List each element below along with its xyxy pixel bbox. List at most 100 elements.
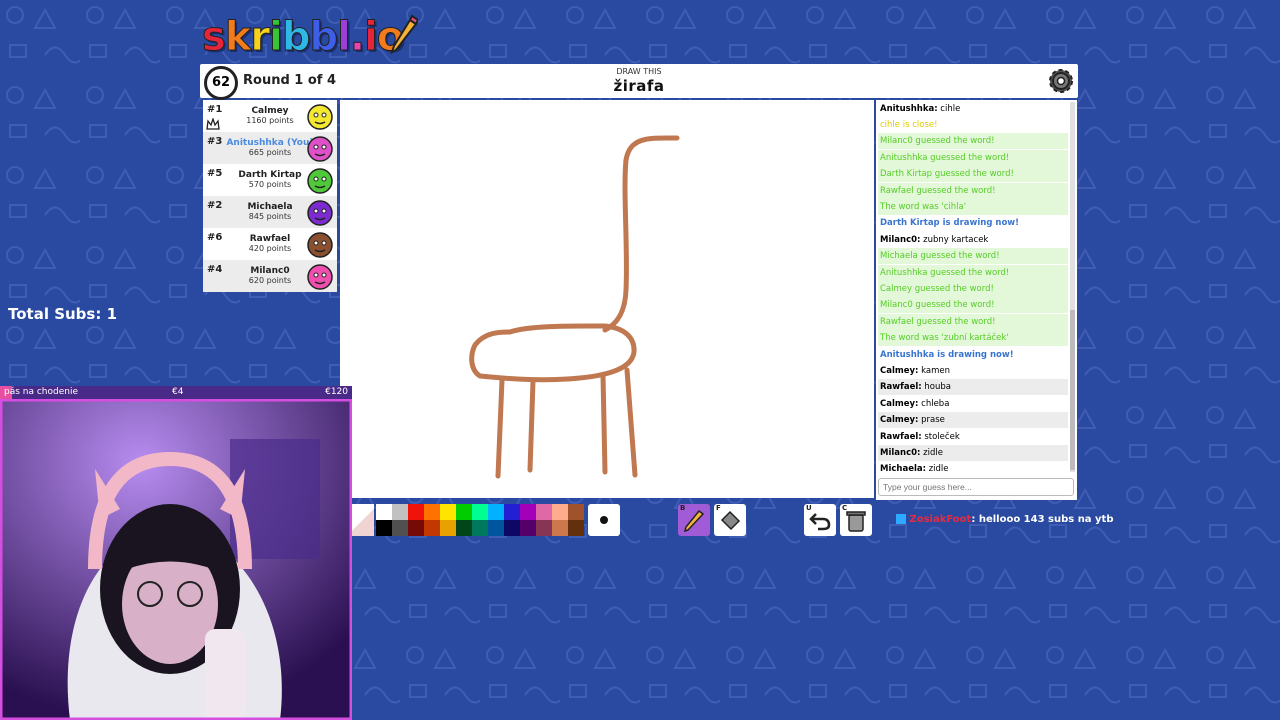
chat-text: Anitushhka guessed the word!	[880, 152, 1010, 163]
chat-text: Darth Kirtap is drawing now!	[880, 218, 1020, 229]
color-swatch[interactable]	[440, 520, 456, 536]
stream-chat-user: ZosiakFoot	[909, 514, 972, 525]
clear-canvas-button[interactable]: C	[840, 504, 872, 536]
pencil-icon	[390, 14, 418, 54]
player-name: Anitushhka (You)	[226, 138, 314, 148]
chat-username: Milanc0:	[880, 447, 921, 458]
color-swatch[interactable]	[552, 520, 568, 536]
chat-username: Calmey:	[880, 365, 919, 376]
chat-message: Calmey guessed the word!	[878, 280, 1068, 297]
brush-tool-button[interactable]: B	[678, 504, 710, 536]
color-swatch[interactable]	[424, 504, 440, 520]
chat-message: Rawfael guessed the word!	[878, 182, 1068, 199]
chat-text: houba	[921, 382, 951, 393]
color-swatch[interactable]	[392, 504, 408, 520]
logo-letter: i	[364, 14, 379, 61]
chat-text: Milanc0 guessed the word!	[880, 300, 995, 311]
chat-text: prase	[918, 415, 945, 426]
color-swatch[interactable]	[392, 520, 408, 536]
color-swatch[interactable]	[520, 504, 536, 520]
color-swatch[interactable]	[408, 504, 424, 520]
logo-letter: b	[281, 14, 311, 61]
chat-text: Michaela guessed the word!	[880, 251, 1000, 262]
color-swatch[interactable]	[408, 520, 424, 536]
player-row[interactable]: #2 Michaela 845 points	[203, 196, 337, 228]
chat-text: Milanc0 guessed the word!	[880, 136, 995, 147]
brush-size-button[interactable]	[588, 504, 620, 536]
chat-username: Calmey:	[880, 415, 919, 426]
player-rank: #3	[207, 136, 223, 147]
color-swatch[interactable]	[456, 504, 472, 520]
color-swatch[interactable]	[552, 504, 568, 520]
color-swatch[interactable]	[472, 504, 488, 520]
goal-target: €120	[325, 387, 348, 397]
chat-message: Rawfael guessed the word!	[878, 313, 1068, 330]
chat-message: Darth Kirtap guessed the word!	[878, 166, 1068, 183]
stream-chat-text: : hellooo 143 subs na ytb	[971, 514, 1114, 525]
guess-input[interactable]	[878, 478, 1074, 496]
undo-icon	[809, 513, 831, 531]
undo-button[interactable]: U	[804, 504, 836, 536]
trash-icon	[846, 511, 866, 532]
chat-message: Rawfael: houba	[878, 379, 1068, 396]
color-swatch[interactable]	[456, 520, 472, 536]
player-row[interactable]: #1 Calmey 1160 points	[203, 100, 337, 132]
player-rank: #6	[207, 232, 223, 243]
color-swatch[interactable]	[488, 504, 504, 520]
color-swatch[interactable]	[472, 520, 488, 536]
chat-text: cihle	[937, 103, 961, 114]
color-swatch[interactable]	[376, 504, 392, 520]
chat-message: Anitushhka: cihle	[878, 101, 1068, 117]
color-swatch[interactable]	[440, 504, 456, 520]
chat-text: zidle	[920, 447, 943, 458]
chat-username: Rawfael:	[880, 431, 922, 442]
chat-text: Calmey guessed the word!	[880, 283, 994, 294]
draw-this-label: DRAW THIS	[616, 67, 662, 76]
player-row[interactable]: #5 Darth Kirtap 570 points	[203, 164, 337, 196]
streamer-webcam-image	[0, 399, 352, 720]
total-subs: Total Subs: 1	[8, 305, 118, 323]
logo-letter: l	[337, 14, 352, 61]
chat-scrollbar-thumb[interactable]	[1070, 310, 1075, 470]
player-name: Darth Kirtap	[238, 170, 302, 180]
player-avatar	[307, 232, 333, 258]
chat-username: Rawfael:	[880, 382, 922, 393]
chat-text: zubny kartacek	[920, 234, 989, 245]
color-swatch[interactable]	[536, 504, 552, 520]
player-row[interactable]: #3 Anitushhka (You) 665 points	[203, 132, 337, 164]
color-swatch[interactable]	[536, 520, 552, 536]
skribbl-logo: skribbl.io	[202, 14, 405, 61]
goal-current: €4	[172, 387, 184, 397]
color-swatch[interactable]	[504, 520, 520, 536]
current-color-swatch	[352, 504, 374, 536]
color-swatch[interactable]	[488, 520, 504, 536]
fill-tool-button[interactable]: F	[714, 504, 746, 536]
player-avatar	[307, 136, 333, 162]
color-swatch[interactable]	[568, 504, 584, 520]
player-row[interactable]: #6 Rawfael 420 points	[203, 228, 337, 260]
player-row[interactable]: #4 Milanc0 620 points	[203, 260, 337, 292]
chat-message: Milanc0: zidle	[878, 444, 1068, 461]
player-name: Calmey	[251, 106, 289, 116]
goal-label: pás na chodenie	[4, 387, 79, 397]
gear-icon[interactable]	[1046, 66, 1076, 96]
logo-letter: i	[269, 14, 284, 61]
color-swatch[interactable]	[504, 504, 520, 520]
player-rank: #1	[207, 104, 223, 115]
chat-message: Calmey: chleba	[878, 396, 1068, 412]
twitch-icon	[896, 514, 906, 524]
color-swatch[interactable]	[424, 520, 440, 536]
drawing-canvas[interactable]	[340, 100, 874, 498]
chat-username: Michaela:	[880, 464, 927, 475]
chat-message: The word was 'zubní kartáček'	[878, 330, 1068, 347]
color-swatch[interactable]	[520, 520, 536, 536]
chat-message: Milanc0 guessed the word!	[878, 133, 1068, 150]
color-swatch[interactable]	[568, 520, 584, 536]
chat-text: chleba	[918, 398, 950, 409]
chat-message: Michaela guessed the word!	[878, 248, 1068, 265]
brush-size-dot	[600, 516, 608, 524]
color-swatch[interactable]	[376, 520, 392, 536]
chat-panel: Anitushhka: cihle cihle is close! Milanc0 …	[876, 100, 1077, 500]
fill-bucket-icon	[720, 510, 741, 531]
player-list: #1 Calmey 1160 points #3 Anitushhka (You…	[203, 100, 337, 292]
